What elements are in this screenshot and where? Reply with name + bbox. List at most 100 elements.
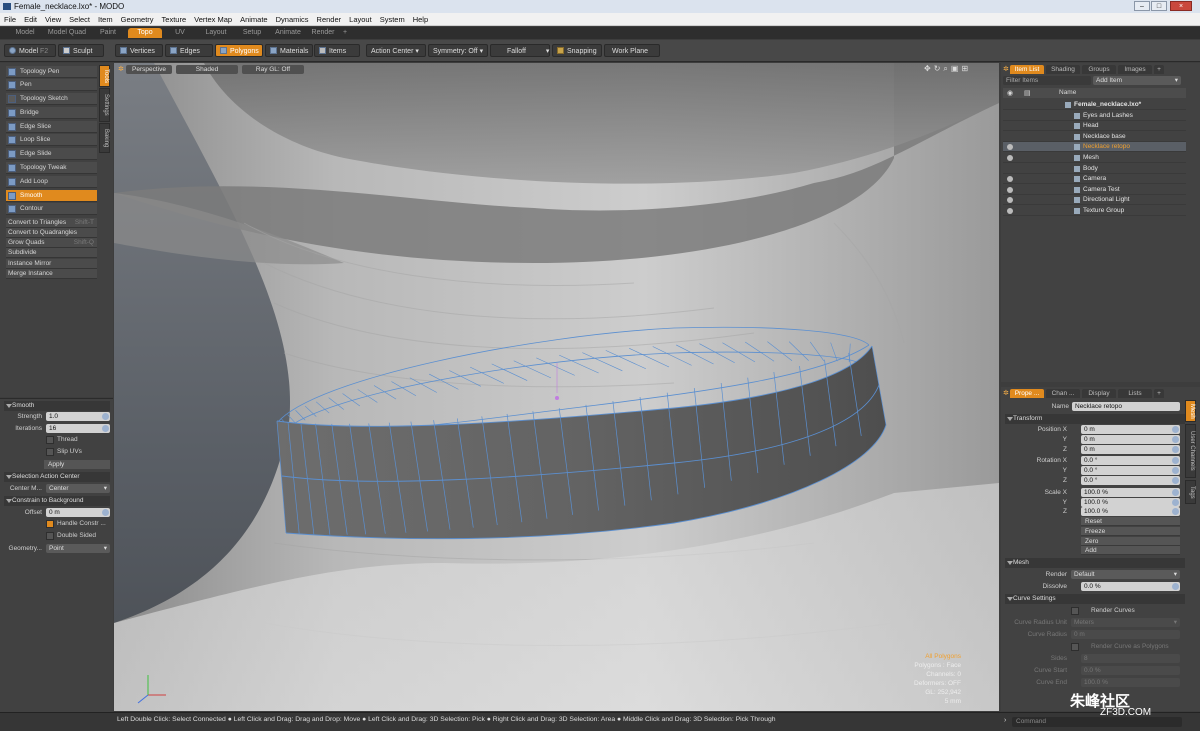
menu-edit[interactable]: Edit — [20, 13, 41, 26]
items-mode-button[interactable]: Items — [314, 44, 360, 57]
add-panel-tab[interactable]: + — [1154, 389, 1164, 398]
panel-options-icon[interactable]: ✲ — [1003, 65, 1009, 73]
double-sided-checkbox[interactable] — [46, 532, 54, 540]
strength-field[interactable]: 1.0 — [46, 412, 110, 421]
view-type-button[interactable]: Perspective — [126, 65, 172, 74]
slider-knob-icon[interactable] — [102, 425, 109, 432]
position-z-field[interactable]: 0 m — [1081, 444, 1180, 454]
filter-items-input[interactable]: Filter Items — [1003, 76, 1091, 85]
slider-knob-icon[interactable] — [1172, 445, 1179, 453]
cmd-convert-triangles[interactable]: Convert to Triangles Shift-T — [6, 218, 97, 228]
slider-knob-icon[interactable] — [1172, 477, 1179, 484]
menu-select[interactable]: Select — [65, 13, 94, 26]
raygl-button[interactable]: Ray GL: Off — [242, 65, 304, 74]
add-item-button[interactable]: Add Item ▾ — [1093, 76, 1181, 85]
visibility-eye-icon[interactable] — [1007, 197, 1013, 204]
tool-contour[interactable]: Contour — [6, 203, 97, 215]
slider-knob-icon[interactable] — [1172, 498, 1179, 506]
tab-model-quad[interactable]: Model Quad — [45, 28, 89, 38]
tab-item-list[interactable]: Item List — [1010, 65, 1044, 74]
maximize-button[interactable]: □ — [1151, 1, 1167, 11]
3d-viewport[interactable]: ✲ Perspective Shaded Ray GL: Off ✥↻⌕▣⊞ A… — [114, 63, 999, 711]
fit-icon[interactable]: ▣ — [951, 64, 962, 73]
menu-vertex-map[interactable]: Vertex Map — [190, 13, 236, 26]
item-row[interactable]: Head — [1003, 121, 1186, 132]
materials-mode-button[interactable]: Materials — [265, 44, 313, 57]
tab-model[interactable]: Model — [8, 28, 42, 38]
falloff-dropdown[interactable]: Falloff ▾ — [490, 44, 550, 57]
zoom-icon[interactable]: ⌕ — [943, 64, 950, 73]
model-mode-button[interactable]: Model F2 — [4, 44, 56, 57]
tab-animate[interactable]: Animate — [271, 28, 305, 38]
menu-system[interactable]: System — [376, 13, 409, 26]
tab-paint[interactable]: Paint — [93, 28, 123, 38]
command-input[interactable]: Command — [1012, 717, 1182, 727]
render-curve-polys-checkbox[interactable] — [1071, 643, 1079, 651]
item-row[interactable]: Texture Group — [1003, 206, 1186, 216]
item-row[interactable]: Necklace base — [1003, 132, 1186, 142]
shading-button[interactable]: Shaded — [176, 65, 238, 74]
iterations-field[interactable]: 16 — [46, 424, 110, 433]
vertices-mode-button[interactable]: Vertices — [115, 44, 163, 57]
menu-help[interactable]: Help — [409, 13, 432, 26]
work-plane-button[interactable]: Work Plane — [604, 44, 660, 57]
maximize-icon[interactable]: ⊞ — [961, 64, 971, 73]
tab-layout[interactable]: Layout — [199, 28, 233, 38]
eye-column-icon[interactable]: ◉ — [1007, 89, 1013, 97]
viewport-options-icon[interactable]: ✲ — [118, 65, 124, 73]
thread-checkbox[interactable] — [46, 436, 54, 444]
curve-end-field[interactable]: 100.0 % — [1081, 678, 1180, 687]
tool-loop-slice[interactable]: Loop Slice — [6, 134, 97, 146]
side-tab-baking[interactable]: Baking — [99, 123, 110, 153]
curve-start-field[interactable]: 0.0 % — [1081, 666, 1180, 675]
offset-field[interactable]: 0 m — [46, 508, 110, 517]
visibility-eye-icon[interactable] — [1007, 144, 1013, 151]
tab-uv[interactable]: UV — [166, 28, 194, 38]
tab-properties[interactable]: Prope ... — [1010, 389, 1044, 398]
position-y-field[interactable]: 0 m — [1081, 434, 1180, 444]
polygons-mode-button[interactable]: Polygons — [215, 44, 263, 57]
tool-bridge[interactable]: Bridge — [6, 107, 97, 119]
add-panel-tab[interactable]: + — [1154, 65, 1164, 74]
tab-shading[interactable]: Shading — [1046, 65, 1080, 74]
curve-settings-header[interactable]: Curve Settings — [1005, 594, 1185, 604]
tab-topo[interactable]: Topo — [128, 28, 162, 38]
viewport-nav-icons[interactable]: ✥↻⌕▣⊞ — [924, 64, 971, 74]
rotation-z-field[interactable]: 0.0 ° — [1081, 476, 1180, 485]
symmetry-dropdown[interactable]: Symmetry: Off ▾ — [428, 44, 488, 57]
menu-file[interactable]: File — [0, 13, 20, 26]
constrain-header[interactable]: Constrain to Background — [4, 496, 110, 506]
side-tab-tools[interactable]: Tools — [99, 65, 110, 87]
rotate-icon[interactable]: ↻ — [934, 64, 944, 73]
item-row[interactable]: Eyes and Lashes — [1003, 111, 1186, 121]
menu-item[interactable]: Item — [94, 13, 117, 26]
slider-knob-icon[interactable] — [1172, 426, 1179, 433]
tool-edge-slice[interactable]: Edge Slice — [6, 121, 97, 133]
sides-field[interactable]: 8 — [1081, 654, 1180, 663]
visibility-eye-icon[interactable] — [1007, 176, 1013, 183]
menu-animate[interactable]: Animate — [236, 13, 272, 26]
column-name[interactable]: Name — [1059, 89, 1076, 96]
position-x-field[interactable]: 0 m — [1081, 425, 1180, 434]
tool-edge-slide[interactable]: Edge Slide — [6, 148, 97, 160]
apply-button[interactable]: Apply — [44, 460, 110, 469]
menu-texture[interactable]: Texture — [158, 13, 191, 26]
transform-zero-button[interactable]: Zero — [1081, 536, 1180, 546]
transform-freeze-button[interactable]: Freeze — [1081, 526, 1180, 536]
render-select[interactable]: Default ▾ — [1071, 570, 1180, 579]
slider-knob-icon[interactable] — [102, 509, 109, 516]
tab-setup[interactable]: Setup — [237, 28, 267, 38]
cmd-subdivide[interactable]: Subdivide — [6, 248, 97, 258]
mesh-header[interactable]: Mesh — [1005, 558, 1185, 568]
tab-channels[interactable]: Chan ... — [1046, 389, 1080, 398]
rotation-y-field[interactable]: 0.0 ° — [1081, 466, 1180, 476]
cmd-convert-quadrangles[interactable]: Convert to Quadrangles — [6, 228, 97, 238]
side-tab-user-channels[interactable]: User Channels — [1185, 424, 1196, 478]
render-curves-checkbox[interactable] — [1071, 607, 1079, 615]
visibility-eye-icon[interactable] — [1007, 186, 1013, 193]
cmd-merge-instance[interactable]: Merge Instance — [6, 269, 97, 279]
lock-column-icon[interactable]: ▤ — [1024, 89, 1031, 97]
cmd-instance-mirror[interactable]: Instance Mirror — [6, 259, 97, 269]
scale-y-field[interactable]: 100.0 % — [1081, 497, 1180, 507]
transform-header[interactable]: Transform — [1005, 414, 1185, 424]
